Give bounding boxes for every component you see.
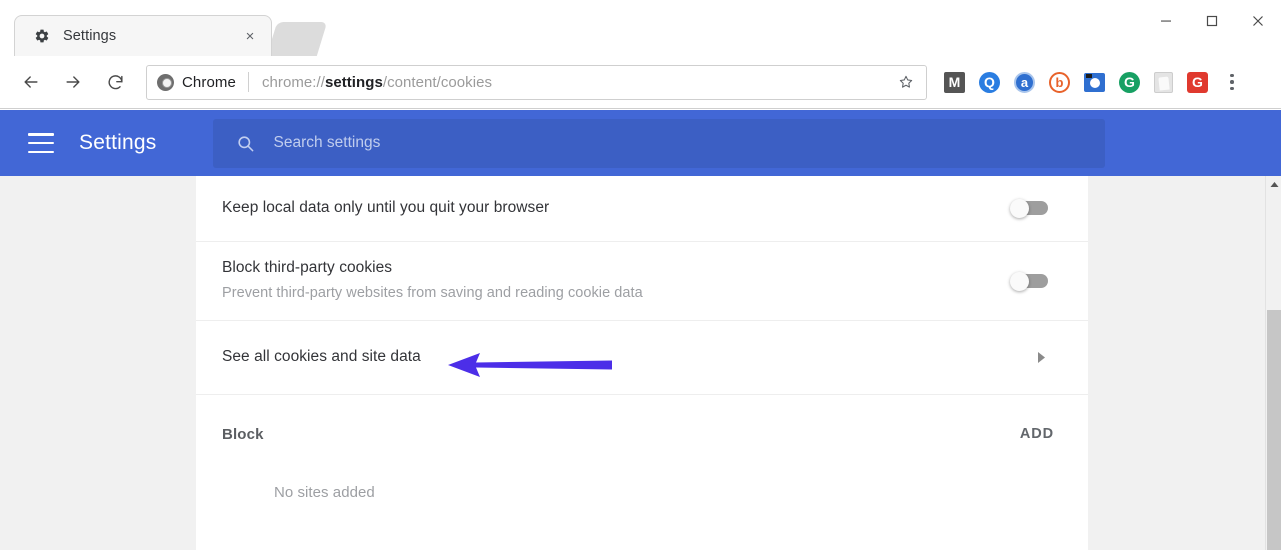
- search-icon: [234, 132, 256, 154]
- grammarly-red-extension-icon[interactable]: G: [1187, 71, 1208, 93]
- block-section-title: Block: [222, 425, 264, 443]
- tab-title: Settings: [63, 28, 117, 44]
- setting-row-see-all-cookies[interactable]: See all cookies and site data: [196, 321, 1088, 394]
- setting-label: Keep local data only until you quit your…: [222, 199, 550, 217]
- block-empty-message: No sites added: [274, 484, 375, 501]
- grammarly-green-extension-icon[interactable]: G: [1119, 71, 1140, 93]
- url-prefix: chrome://: [261, 73, 325, 91]
- setting-row-keep-local-data[interactable]: Keep local data only until you quit your…: [196, 176, 1088, 242]
- toggle-keep-local-data[interactable]: [1010, 199, 1048, 218]
- extensions-bar: M Q a b G G: [937, 71, 1215, 93]
- minimize-button[interactable]: [1143, 0, 1189, 42]
- browser-title-bar: Settings ×: [0, 0, 1281, 56]
- close-window-button[interactable]: [1235, 0, 1281, 42]
- row-texts: Keep local data only until you quit your…: [222, 198, 1010, 219]
- omnibox-divider: [247, 72, 249, 92]
- settings-header: Settings: [0, 110, 1281, 176]
- page-title: Settings: [79, 131, 157, 154]
- close-tab-icon[interactable]: ×: [241, 27, 259, 45]
- hamburger-menu-icon[interactable]: [28, 133, 54, 153]
- back-button[interactable]: [14, 65, 48, 99]
- setting-label: Block third-party cookies: [222, 259, 393, 277]
- section-divider: [196, 394, 1088, 402]
- toggle-knob: [1010, 199, 1029, 218]
- cookies-settings-card: Keep local data only until you quit your…: [196, 176, 1088, 550]
- browser-toolbar: Chrome chrome://settings/content/cookies…: [0, 56, 1281, 109]
- screenshot-extension-icon[interactable]: [1084, 72, 1105, 92]
- reload-button[interactable]: [98, 65, 132, 99]
- url-text: chrome://settings/content/cookies: [262, 74, 492, 91]
- mailtrack-extension-icon[interactable]: M: [944, 71, 965, 93]
- block-section-header: Block ADD: [196, 402, 1088, 466]
- chrome-logo-icon: [157, 73, 174, 91]
- toggle-knob: [1010, 271, 1029, 291]
- chevron-right-icon: [1034, 351, 1048, 365]
- add-site-button[interactable]: ADD: [1012, 420, 1062, 448]
- url-bold-segment: settings: [324, 73, 383, 91]
- setting-row-block-third-party-cookies[interactable]: Block third-party cookies Prevent third-…: [196, 242, 1088, 321]
- scroll-up-arrow-icon[interactable]: [1266, 176, 1281, 193]
- security-chip-label: Chrome: [182, 73, 236, 91]
- scrollbar-thumb[interactable]: [1267, 310, 1281, 550]
- row-texts: See all cookies and site data: [222, 347, 1034, 368]
- amazon-assistant-extension-icon[interactable]: a: [1014, 71, 1035, 93]
- window-controls: [1143, 0, 1281, 42]
- forward-button[interactable]: [56, 65, 90, 99]
- chrome-menu-icon[interactable]: [1219, 67, 1245, 97]
- star-outline-icon[interactable]: [894, 70, 918, 94]
- new-tab-placeholder[interactable]: [266, 22, 328, 56]
- browser-tab-settings[interactable]: Settings ×: [14, 15, 272, 56]
- security-chip[interactable]: Chrome: [157, 73, 236, 91]
- maximize-button[interactable]: [1189, 0, 1235, 42]
- search-input[interactable]: [273, 134, 974, 152]
- settings-page-body: Keep local data only until you quit your…: [0, 176, 1281, 550]
- gear-icon: [33, 27, 51, 45]
- page-scrollbar[interactable]: [1265, 176, 1281, 550]
- url-suffix: /content/cookies: [382, 73, 493, 91]
- setting-description: Prevent third-party websites from saving…: [222, 285, 643, 302]
- address-bar[interactable]: Chrome chrome://settings/content/cookies: [146, 64, 927, 100]
- bitly-extension-icon[interactable]: b: [1049, 71, 1070, 93]
- quora-extension-icon[interactable]: Q: [979, 71, 1000, 93]
- row-texts: Block third-party cookies Prevent third-…: [222, 258, 1010, 303]
- setting-label: See all cookies and site data: [222, 348, 421, 366]
- notes-extension-icon[interactable]: [1154, 71, 1173, 93]
- search-settings-box[interactable]: [213, 118, 1106, 168]
- toggle-block-third-party-cookies[interactable]: [1010, 271, 1048, 291]
